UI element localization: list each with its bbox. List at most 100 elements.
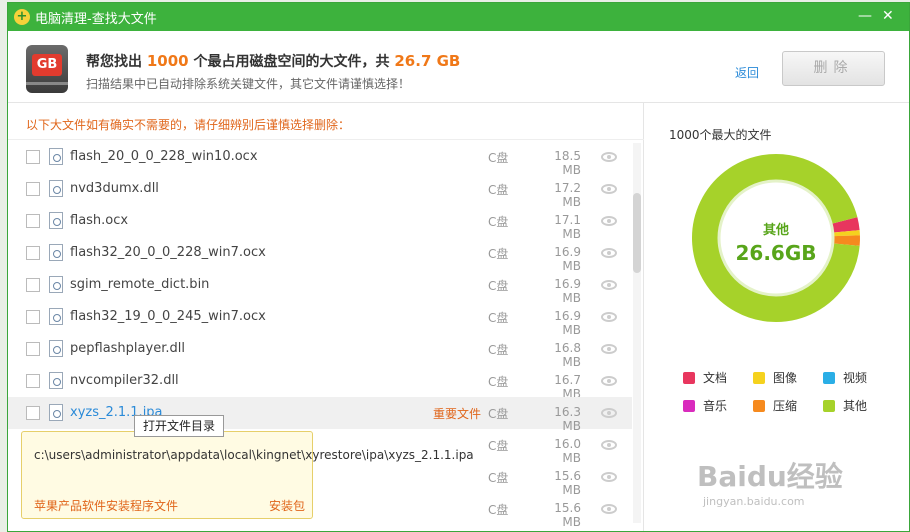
headline-prefix: 帮您找出	[86, 54, 142, 70]
file-row[interactable]: nvd3dumx.dll C盘 17.2 MB	[8, 173, 632, 209]
file-row[interactable]: nvcompiler32.dll C盘 16.7 MB	[8, 365, 632, 401]
donut-segment	[832, 217, 860, 233]
legend-swatch	[683, 372, 695, 384]
legend-item: 视频	[823, 369, 867, 386]
preview-eye-icon[interactable]	[601, 248, 617, 258]
donut-center-value: 26.6GB	[735, 241, 816, 265]
file-icon	[49, 340, 63, 357]
file-checkbox[interactable]	[26, 374, 40, 388]
file-drive: C盘	[488, 375, 509, 389]
file-drive: C盘	[488, 471, 509, 485]
file-path: c:\users\administrator\appdata\local\kin…	[34, 448, 474, 462]
summary-header: GB 帮您找出 1000 个最占用磁盘空间的大文件，共 26.7 GB 扫描结果…	[8, 31, 909, 103]
preview-eye-icon[interactable]	[601, 408, 617, 418]
file-row[interactable]: flash_20_0_0_228_win10.ocx C盘 18.5 MB	[8, 141, 632, 177]
file-icon	[49, 244, 63, 261]
total-size: 26.7 GB	[394, 52, 461, 70]
file-drive: C盘	[488, 407, 509, 421]
warning-text: 以下大文件如有确实不需要的，请仔细辨别后谨慎选择删除：	[26, 118, 351, 132]
file-checkbox[interactable]	[26, 278, 40, 292]
gb-icon-label: GB	[32, 54, 62, 76]
file-row[interactable]: sgim_remote_dict.bin C盘 16.9 MB	[8, 269, 632, 305]
file-cleaner-window: + 电脑清理-查找大文件 — ✕ GB 帮您找出 1000 个最占用磁盘空间的大…	[7, 2, 910, 532]
file-drive: C盘	[488, 247, 509, 261]
file-row[interactable]: pepflashplayer.dll C盘 16.8 MB	[8, 333, 632, 369]
file-name: nvcompiler32.dll	[70, 373, 179, 388]
important-file-tag: 重要文件	[433, 407, 482, 421]
legend-label: 音乐	[703, 399, 728, 413]
preview-eye-icon[interactable]	[601, 184, 617, 194]
file-icon	[49, 308, 63, 325]
file-description: 苹果产品软件安装程序文件	[34, 499, 179, 513]
delete-button[interactable]: 删除	[782, 51, 885, 86]
file-drive: C盘	[488, 503, 509, 517]
file-drive: C盘	[488, 343, 509, 357]
file-checkbox[interactable]	[26, 310, 40, 324]
legend-swatch	[823, 400, 835, 412]
file-drive: C盘	[488, 215, 509, 229]
file-icon	[49, 404, 63, 421]
watermark-sub: jingyan.baidu.com	[703, 495, 805, 508]
file-drive: C盘	[488, 183, 509, 197]
file-name: pepflashplayer.dll	[70, 341, 185, 356]
legend-swatch	[753, 400, 765, 412]
legend-swatch	[823, 372, 835, 384]
preview-eye-icon[interactable]	[601, 376, 617, 386]
file-checkbox[interactable]	[26, 214, 40, 228]
summary-headline: 帮您找出 1000 个最占用磁盘空间的大文件，共 26.7 GB	[86, 51, 460, 71]
size-donut-chart: 其他 26.6GB	[692, 154, 860, 322]
file-drive: C盘	[488, 279, 509, 293]
legend-label: 图像	[773, 371, 798, 385]
file-drive: C盘	[488, 439, 509, 453]
legend-label: 压缩	[773, 399, 798, 413]
file-checkbox[interactable]	[26, 246, 40, 260]
preview-eye-icon[interactable]	[601, 504, 617, 514]
disk-gb-icon: GB	[26, 45, 68, 93]
file-name: flash.ocx	[70, 213, 129, 228]
legend-item: 压缩	[753, 397, 797, 414]
scrollbar-thumb[interactable]	[633, 193, 641, 273]
file-checkbox[interactable]	[26, 150, 40, 164]
back-link[interactable]: 返回	[735, 64, 759, 81]
file-name: flash_20_0_0_228_win10.ocx	[70, 149, 258, 164]
preview-eye-icon[interactable]	[601, 280, 617, 290]
list-scrollbar[interactable]	[633, 143, 641, 523]
watermark-main: Baidu经验	[697, 460, 843, 493]
file-icon	[49, 212, 63, 229]
app-logo-icon: +	[14, 9, 30, 25]
legend-item: 文档	[683, 369, 727, 386]
legend-item: 其他	[823, 397, 867, 414]
file-row[interactable]: flash.ocx C盘 17.1 MB	[8, 205, 632, 241]
file-drive: C盘	[488, 151, 509, 165]
title-bar[interactable]: + 电脑清理-查找大文件 — ✕	[8, 3, 909, 31]
preview-eye-icon[interactable]	[601, 312, 617, 322]
file-icon	[49, 372, 63, 389]
file-name: nvd3dumx.dll	[70, 181, 159, 196]
preview-eye-icon[interactable]	[601, 440, 617, 450]
preview-eye-icon[interactable]	[601, 216, 617, 226]
window-title: 电脑清理-查找大文件	[35, 11, 157, 27]
file-row[interactable]: flash32_19_0_0_245_win7.ocx C盘 16.9 MB	[8, 301, 632, 337]
legend-item: 图像	[753, 369, 797, 386]
legend-swatch	[753, 372, 765, 384]
file-checkbox[interactable]	[26, 406, 40, 420]
file-row[interactable]: xyzs_2.1.1.ipa 重要文件 C盘 16.3 MB	[8, 397, 632, 433]
file-info-popup: c:\users\administrator\appdata\local\kin…	[21, 431, 474, 519]
donut-center-label: 其他	[763, 222, 789, 238]
file-drive: C盘	[488, 311, 509, 325]
preview-eye-icon[interactable]	[601, 472, 617, 482]
preview-eye-icon[interactable]	[601, 344, 617, 354]
close-button[interactable]: ✕	[882, 8, 894, 24]
headline-middle: 个最占用磁盘空间的大文件，共	[193, 54, 390, 70]
file-row[interactable]: flash32_20_0_0_228_win7.ocx C盘 16.9 MB	[8, 237, 632, 273]
file-checkbox[interactable]	[26, 342, 40, 356]
minimize-button[interactable]: —	[858, 8, 872, 24]
file-name: flash32_19_0_0_245_win7.ocx	[70, 309, 266, 324]
file-count: 1000	[146, 52, 189, 70]
file-checkbox[interactable]	[26, 182, 40, 196]
open-folder-tooltip: 打开文件目录	[134, 415, 225, 437]
donut-inner-ring	[717, 179, 835, 297]
legend-label: 视频	[843, 371, 868, 385]
preview-eye-icon[interactable]	[601, 152, 617, 162]
file-icon	[49, 180, 63, 197]
